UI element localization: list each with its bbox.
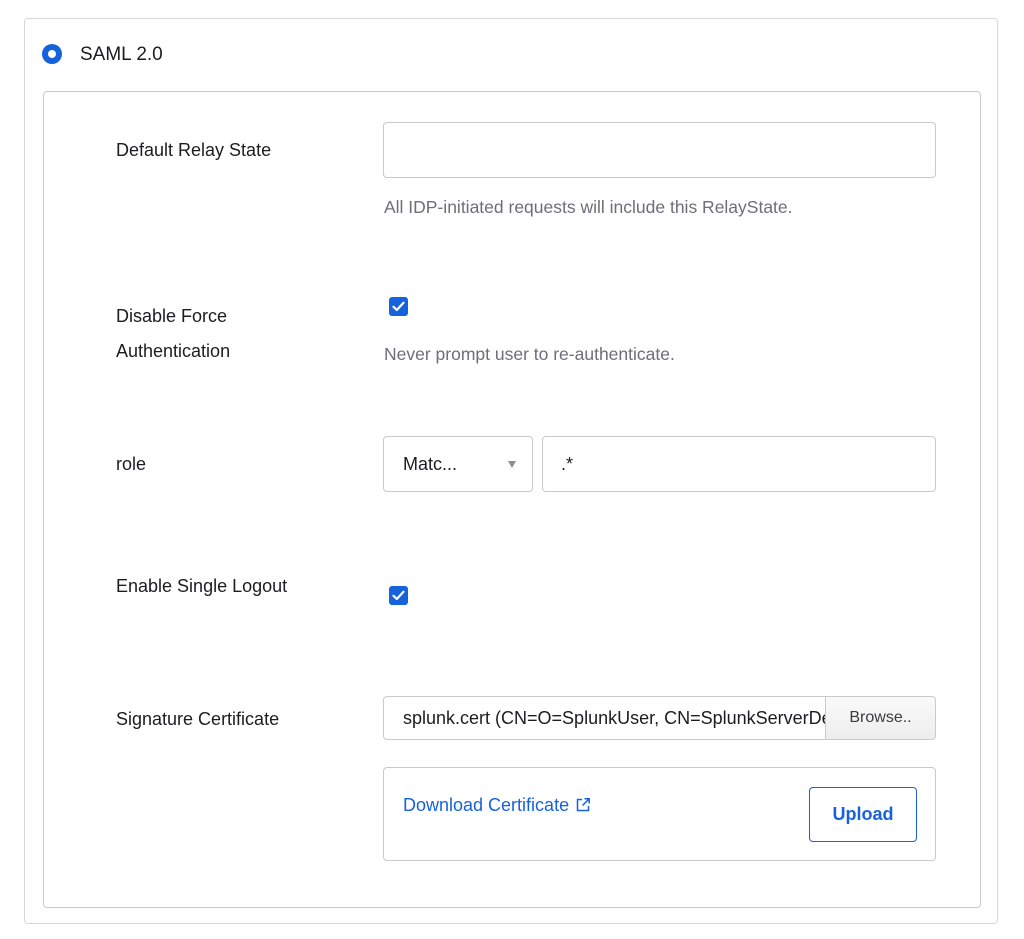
force-auth-label-line1: Disable Force: [116, 306, 228, 326]
certificate-file-name: splunk.cert (CN=O=SplunkUser, CN=SplunkS…: [403, 708, 825, 728]
certificate-file-field[interactable]: splunk.cert (CN=O=SplunkUser, CN=SplunkS…: [383, 696, 936, 740]
download-certificate-label: Download Certificate: [403, 795, 570, 815]
saml-radio-label[interactable]: SAML 2.0: [80, 42, 163, 68]
checkmark-icon: [392, 301, 405, 312]
single-logout-checkbox[interactable]: [389, 586, 408, 605]
force-auth-label-line2: Authentication: [116, 341, 231, 361]
relay-state-hint: All IDP-initiated requests will include …: [384, 197, 793, 217]
certificate-actions-panel: Download Certificate Upload: [383, 767, 936, 861]
chevron-down-icon: [508, 461, 516, 468]
checkmark-icon: [392, 590, 405, 601]
browse-button[interactable]: Browse..: [825, 697, 935, 739]
download-certificate-link[interactable]: Download Certificate: [403, 793, 591, 817]
upload-button[interactable]: Upload: [809, 787, 917, 842]
role-label: role: [116, 454, 147, 474]
external-link-icon: [576, 798, 591, 812]
signature-certificate-label: Signature Certificate: [116, 709, 280, 729]
relay-state-input[interactable]: [383, 122, 936, 178]
relay-state-label: Default Relay State: [116, 140, 272, 160]
radio-selected-dot: [48, 50, 56, 58]
single-logout-label: Enable Single Logout: [116, 576, 288, 596]
saml-radio-button[interactable]: [42, 44, 62, 64]
force-auth-checkbox[interactable]: [389, 297, 408, 316]
force-auth-hint: Never prompt user to re-authenticate.: [384, 344, 675, 364]
role-pattern-input[interactable]: [542, 436, 936, 492]
role-match-selected-value: Matc...: [403, 453, 458, 474]
role-match-select[interactable]: Matc...: [383, 436, 533, 492]
